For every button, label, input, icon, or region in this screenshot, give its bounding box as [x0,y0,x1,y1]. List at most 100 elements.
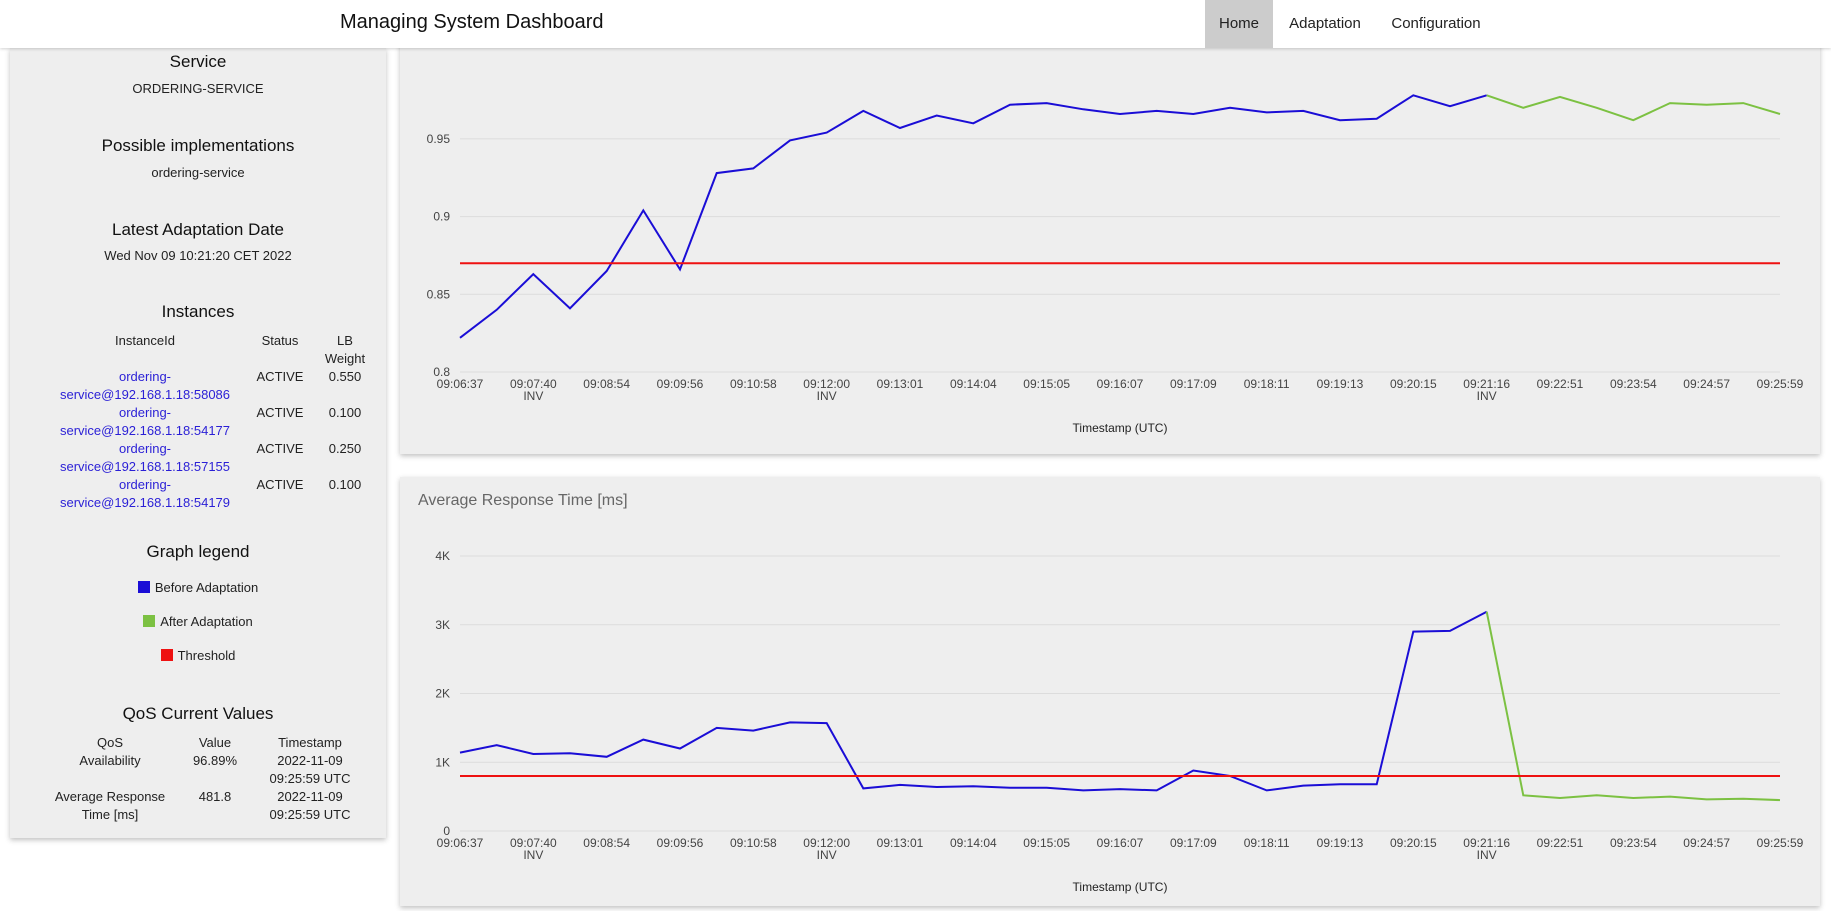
response-time-chart-title: Average Response Time [ms] [418,492,628,509]
service-value: ORDERING-SERVICE [132,81,264,96]
legend-item-threshold: Threshold [10,648,386,663]
x-tick-label: 09:20:15 [1390,836,1437,850]
nav-adaptation[interactable]: Adaptation [1275,0,1375,48]
x-tick-label: 09:18:11 [1244,836,1290,850]
x-tick-label: 09:24:57 [1683,836,1730,850]
x-axis-label: Timestamp (UTC) [1073,880,1168,894]
service-info-panel: Service ORDERING-SERVICE Possible implem… [10,48,386,838]
legend-swatch-threshold [160,649,173,661]
x-axis-label: Timestamp (UTC) [1073,421,1168,435]
y-tick-label: 3K [435,618,450,632]
x-tick-label: 09:22:51 [1537,377,1584,391]
x-tick-label: 09:17:09 [1170,377,1217,391]
x-tick-label: 09:16:07 [1097,836,1144,850]
x-tick-label: 09:17:09 [1170,836,1217,850]
qos-row-2-value: 481.8 [198,789,232,804]
x-tick-label: 09:15:05 [1023,836,1070,850]
instance-status-4: ACTIVE [256,477,304,492]
instance-link-1[interactable]: ordering-service@192.168.1.18:58086 [40,368,250,404]
instance-weight-4: 0.100 [328,477,362,492]
instance-link-3[interactable]: ordering-service@192.168.1.18:57155 [40,440,250,476]
instance-status-2: ACTIVE [256,405,304,420]
instance-weight-3: 0.250 [328,441,362,456]
qos-header-qos: QoS [96,735,123,750]
response-time-chart: 01K2K3K4K09:06:37 09:07:40INV09:08:54 09:0… [435,549,1804,894]
instance-weight-2: 0.100 [328,405,362,420]
instance-weight-1: 0.550 [328,369,362,384]
x-tick-sublabel: INV [1477,389,1497,403]
legend-swatch-before [137,581,150,593]
x-tick-label: 09:13:01 [877,836,924,850]
adaptation-date-title: Latest Adaptation Date [111,220,285,239]
nav-configuration[interactable]: Configuration [1380,0,1492,48]
qos-row-1-timestamp: 2022-11-09 09:25:59 UTC [269,753,351,786]
app-title: Managing System Dashboard [340,11,604,33]
x-tick-label: 09:22:51 [1537,836,1584,850]
legend-item-before: Before Adaptation [10,580,386,595]
instances-header-weight: LB Weight [324,333,366,366]
legend-swatch-after [143,615,156,627]
x-tick-label: 09:24:57 [1683,377,1730,391]
adaptation-date-value: Wed Nov 09 10:21:20 CET 2022 [104,248,292,263]
x-tick-label: 09:08:54 [583,377,630,391]
qos-title: QoS Current Values [122,704,274,723]
x-tick-sublabel: INV [523,389,543,403]
x-tick-label: 09:20:15 [1390,377,1437,391]
instance-link-4[interactable]: ordering-service@192.168.1.18:54179 [40,476,250,512]
instances-header-id: InstanceId [115,333,175,348]
legend-title: Graph legend [146,542,250,561]
instance-status-3: ACTIVE [256,441,304,456]
nav-home[interactable]: Home [1205,0,1273,48]
x-tick-label: 09:25:59 [1757,836,1804,850]
x-tick-label: 09:13:01 [877,377,924,391]
x-tick-label: 09:10:58 [730,836,777,850]
implementations-value: ordering-service [151,165,245,180]
qos-header-value: Value [198,735,232,750]
qos-header-timestamp: Timestamp [278,735,342,750]
availability-chart-card: 0.8 0.85 0.9 0.95 09:06:37 09:07:40 INV 09:08:5… [400,40,1820,454]
y-tick-label: 4K [435,549,450,563]
x-tick-sublabel: INV [523,848,543,862]
x-tick-label: 09:10:58 [730,377,777,391]
y-tick-label: 0.9 [433,210,450,224]
x-tick-label: 09:16:07 [1097,377,1144,391]
x-tick-label: 09:06:37 [437,836,484,850]
qos-row-2-name: Average Response Time [ms] [54,789,166,822]
service-title: Service [169,52,227,71]
qos-row-1-value: 96.89% [192,753,238,768]
x-tick-label: 09:23:54 [1610,836,1657,850]
series-line-after [1486,94,1781,122]
implementations-title: Possible implementations [101,136,295,155]
y-tick-label: 0.85 [427,287,451,301]
series-line-after [1485,611,1781,802]
x-tick-label: 09:09:56 [657,836,704,850]
instance-status-1: ACTIVE [256,369,304,384]
qos-row-1-name: Availability [79,753,141,768]
x-tick-label: 09:15:05 [1023,377,1070,391]
series-line-before [459,610,1488,792]
instance-link-2[interactable]: ordering-service@192.168.1.18:54177 [40,404,250,440]
x-tick-label: 09:06:37 [437,377,484,391]
x-tick-sublabel: INV [817,389,837,403]
x-tick-label: 09:19:13 [1317,836,1364,850]
response-time-chart-card: Average Response Time [ms] 0 1K 2K 3K 4K 09:0… [400,477,1820,906]
x-tick-label: 09:25:59 [1757,377,1804,391]
x-tick-label: 09:08:54 [583,836,630,850]
legend-item-after: After Adaptation [10,614,386,629]
x-tick-label: 09:09:56 [657,377,704,391]
qos-row-2-timestamp: 2022-11-09 09:25:59 UTC [269,789,351,822]
x-tick-sublabel: INV [1477,848,1497,862]
y-tick-label: 1K [435,755,450,769]
x-tick-label: 09:19:13 [1317,377,1364,391]
instances-title: Instances [161,302,235,321]
top-navbar: Managing System Dashboard Home Adaptatio… [0,0,1831,48]
x-tick-label: 09:14:04 [950,377,997,391]
x-tick-sublabel: INV [817,848,837,862]
x-tick-label: 09:23:54 [1610,377,1657,391]
y-tick-label: 0.95 [427,132,451,146]
instances-header-status: Status [261,333,299,348]
y-tick-label: 2K [435,687,450,701]
availability-chart: 0.80.850.90.9509:06:37 09:07:40INV09:08:5… [427,94,1804,435]
x-tick-label: 09:18:11 [1244,377,1290,391]
x-tick-label: 09:14:04 [950,836,997,850]
